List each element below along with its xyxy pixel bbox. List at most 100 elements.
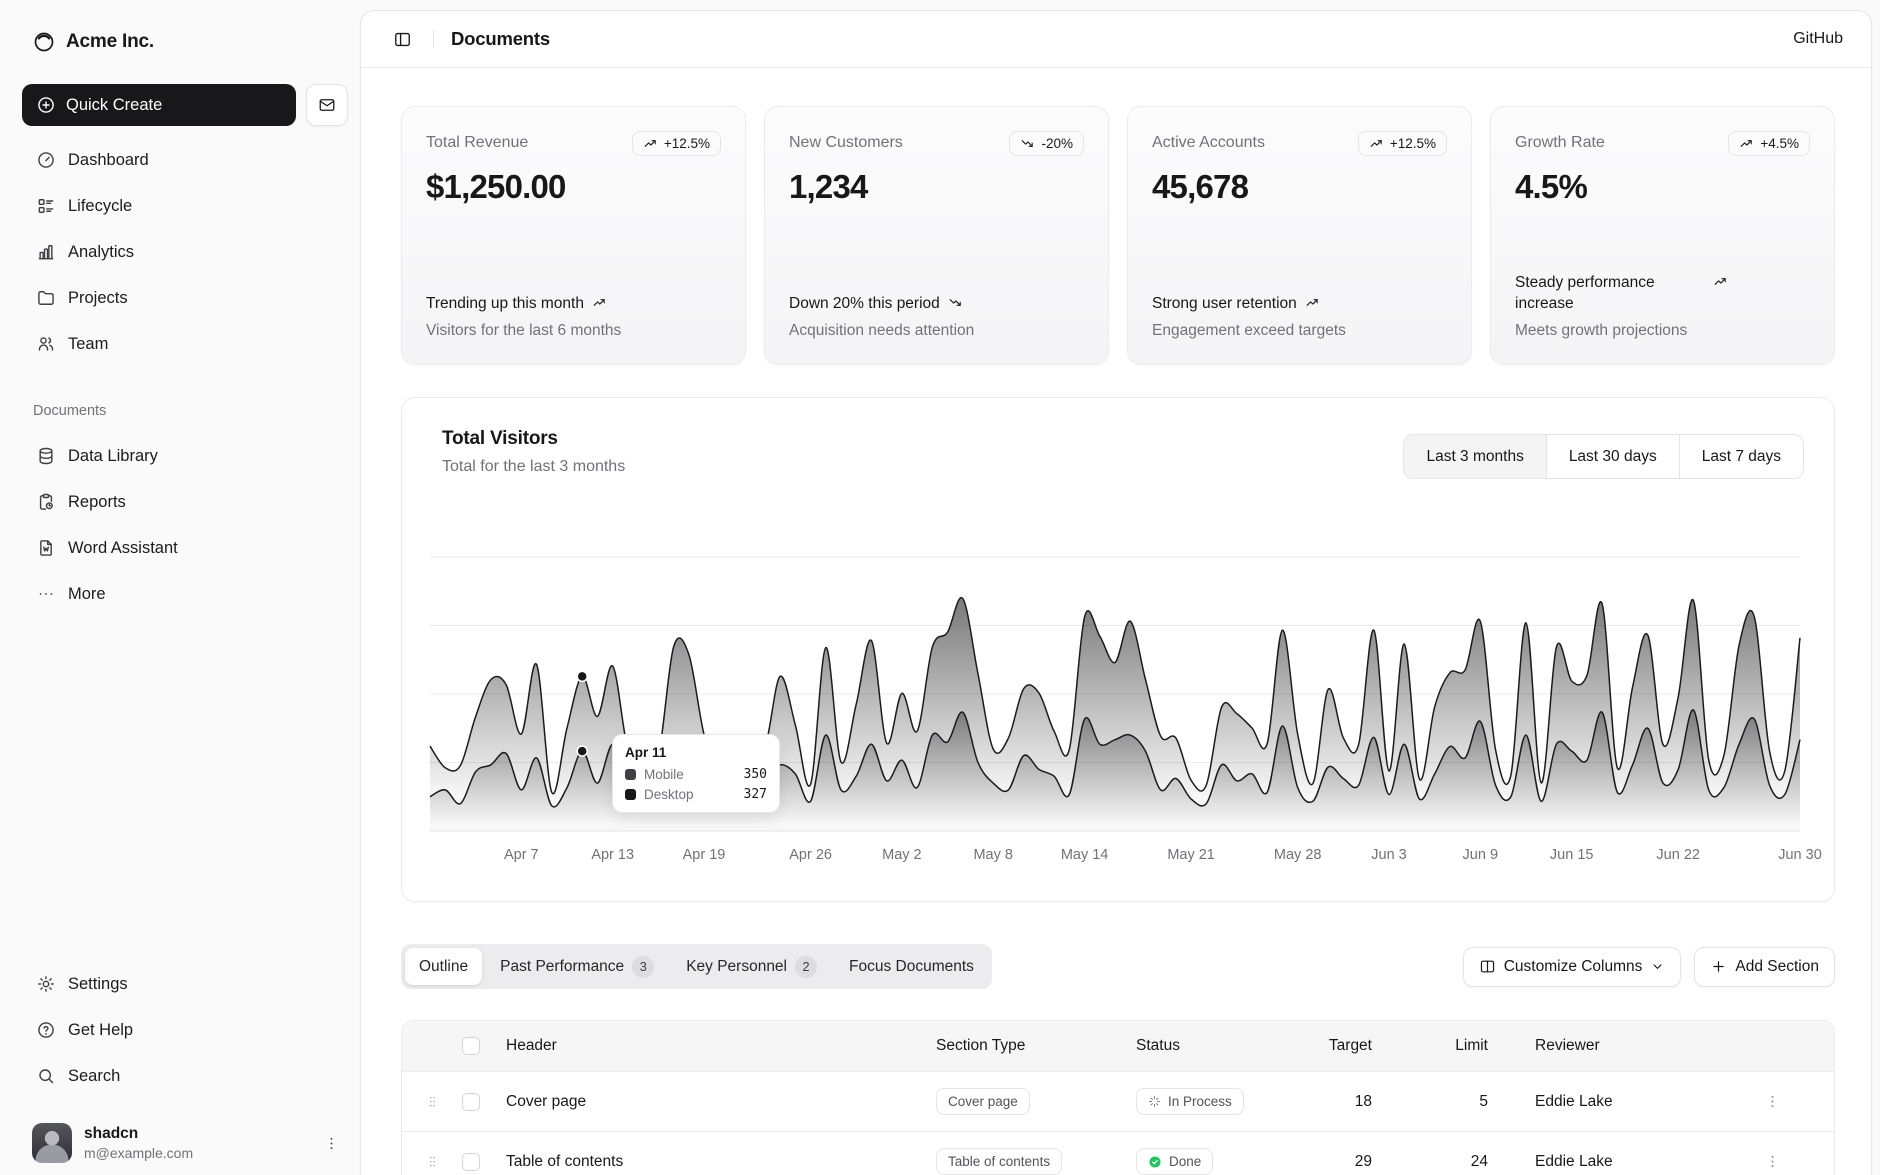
tab-count-badge: 2 [795,956,817,978]
sidebar-toggle-button[interactable] [389,26,416,53]
visitors-area-chart[interactable] [402,398,1836,903]
tooltip-row: Desktop 327 [625,787,767,802]
series-swatch [625,769,636,780]
row-limit[interactable]: 24 [1396,1153,1512,1171]
ellipsis-vertical-icon [323,1135,340,1152]
stat-card-active-accounts: Active Accounts +12.5% 45,678 Strong use… [1127,106,1472,365]
tooltip-row: Mobile 350 [625,767,767,782]
row-reviewer[interactable]: Eddie Lake [1512,1093,1758,1111]
table-header-row: Header Section Type Status Target Limit … [402,1021,1834,1071]
quick-create-button[interactable]: Quick Create [22,84,296,126]
select-all-checkbox[interactable] [462,1037,480,1055]
row-header[interactable]: Table of contents [506,1153,936,1171]
table-body: Cover page Cover page In Process 18 5 Ed… [402,1071,1834,1175]
row-reviewer[interactable]: Eddie Lake [1512,1153,1758,1171]
sidebar: Acme Inc. Quick Create Dashboard Lifecycl… [0,0,360,1175]
stat-footer-desc: Engagement exceed targets [1152,322,1447,340]
sidebar-item-team[interactable]: Team [22,325,348,363]
x-tick: May 8 [973,847,1013,863]
user-email: m@example.com [84,1145,193,1163]
stat-label: Growth Rate [1515,131,1605,152]
trending-up-icon [1739,136,1754,151]
col-target: Target [1326,1037,1396,1055]
sidebar-item-data-library[interactable]: Data Library [22,437,348,475]
trend-badge: +12.5% [632,131,721,156]
trending-up-icon [1305,295,1320,310]
trending-down-icon [1020,136,1035,151]
analytics-icon [36,242,56,262]
row-header[interactable]: Cover page [506,1093,936,1111]
row-checkbox[interactable] [462,1093,480,1111]
row-menu-button[interactable] [1758,1147,1787,1175]
sidebar-item-label: Analytics [68,243,134,262]
sidebar-item-word-assistant[interactable]: Word Assistant [22,529,348,567]
sidebar-item-label: Search [68,1067,120,1086]
series-label: Mobile [644,767,684,782]
tab-key-personnel[interactable]: Key Personnel2 [672,948,831,985]
row-target[interactable]: 18 [1326,1093,1396,1111]
tab-focus-documents[interactable]: Focus Documents [835,948,988,985]
customize-columns-button[interactable]: Customize Columns [1463,947,1682,987]
sidebar-item-projects[interactable]: Projects [22,279,348,317]
sidebar-item-search[interactable]: Search [22,1057,348,1095]
trending-down-icon [948,295,963,310]
chevron-down-icon [1650,959,1665,974]
brand[interactable]: Acme Inc. [22,20,348,64]
x-tick: Apr 19 [683,847,726,863]
sidebar-item-more[interactable]: More [22,575,348,613]
stat-footer-desc: Meets growth projections [1515,322,1810,340]
col-limit: Limit [1396,1037,1512,1055]
stat-value: 4.5% [1515,168,1810,206]
sidebar-item-lifecycle[interactable]: Lifecycle [22,187,348,225]
github-link[interactable]: GitHub [1793,30,1843,48]
sidebar-item-settings[interactable]: Settings [22,965,348,1003]
row-target[interactable]: 29 [1326,1153,1396,1171]
sidebar-item-get-help[interactable]: Get Help [22,1011,348,1049]
x-tick: May 2 [882,847,922,863]
users-icon [36,334,56,354]
row-menu-button[interactable] [1758,1087,1787,1116]
sidebar-item-label: Projects [68,289,128,308]
sidebar-footer-nav: Settings Get Help Search [22,965,348,1095]
sidebar-item-dashboard[interactable]: Dashboard [22,141,348,179]
inbox-button[interactable] [306,84,348,126]
user-menu[interactable]: shadcn m@example.com [22,1111,348,1175]
drag-handle[interactable] [402,1094,462,1109]
sidebar-item-label: Lifecycle [68,197,132,216]
x-axis-ticks: Apr 7Apr 13Apr 19Apr 26May 2May 8May 14M… [402,847,1834,867]
quick-create-label: Quick Create [66,96,162,115]
mail-icon [318,96,336,114]
status-badge: Done [1136,1148,1213,1175]
visitors-chart-card: Total Visitors Total for the last 3 mont… [401,397,1835,902]
acme-logo-icon [32,30,56,54]
add-section-button[interactable]: Add Section [1694,947,1835,987]
trend-badge: +12.5% [1358,131,1447,156]
x-tick: Apr 26 [789,847,832,863]
view-tabs: Outline Past Performance3 Key Personnel2… [401,944,992,989]
row-limit[interactable]: 5 [1396,1093,1512,1111]
trending-up-icon [592,295,607,310]
stat-footer-title: Strong user retention [1152,294,1447,315]
stat-label: Active Accounts [1152,131,1265,152]
tab-past-performance[interactable]: Past Performance3 [486,948,668,985]
sidebar-item-label: Data Library [68,447,158,466]
dashboard-icon [36,150,56,170]
sidebar-item-label: Reports [68,493,126,512]
x-tick: May 21 [1167,847,1215,863]
tab-count-badge: 3 [632,956,654,978]
page-title: Documents [451,28,550,50]
tab-outline[interactable]: Outline [405,948,482,985]
col-header: Header [506,1037,936,1055]
x-tick: Jun 22 [1656,847,1700,863]
sidebar-item-label: Settings [68,975,128,994]
stat-footer-desc: Visitors for the last 6 months [426,322,721,340]
sidebar-item-analytics[interactable]: Analytics [22,233,348,271]
row-checkbox[interactable] [462,1153,480,1171]
col-reviewer: Reviewer [1512,1037,1758,1055]
table-row: Table of contents Table of contents Done… [402,1131,1834,1175]
customize-columns-label: Customize Columns [1504,958,1643,976]
drag-handle[interactable] [402,1154,462,1169]
sidebar-item-label: Word Assistant [68,539,178,558]
sidebar-item-reports[interactable]: Reports [22,483,348,521]
status-badge: In Process [1136,1088,1244,1115]
